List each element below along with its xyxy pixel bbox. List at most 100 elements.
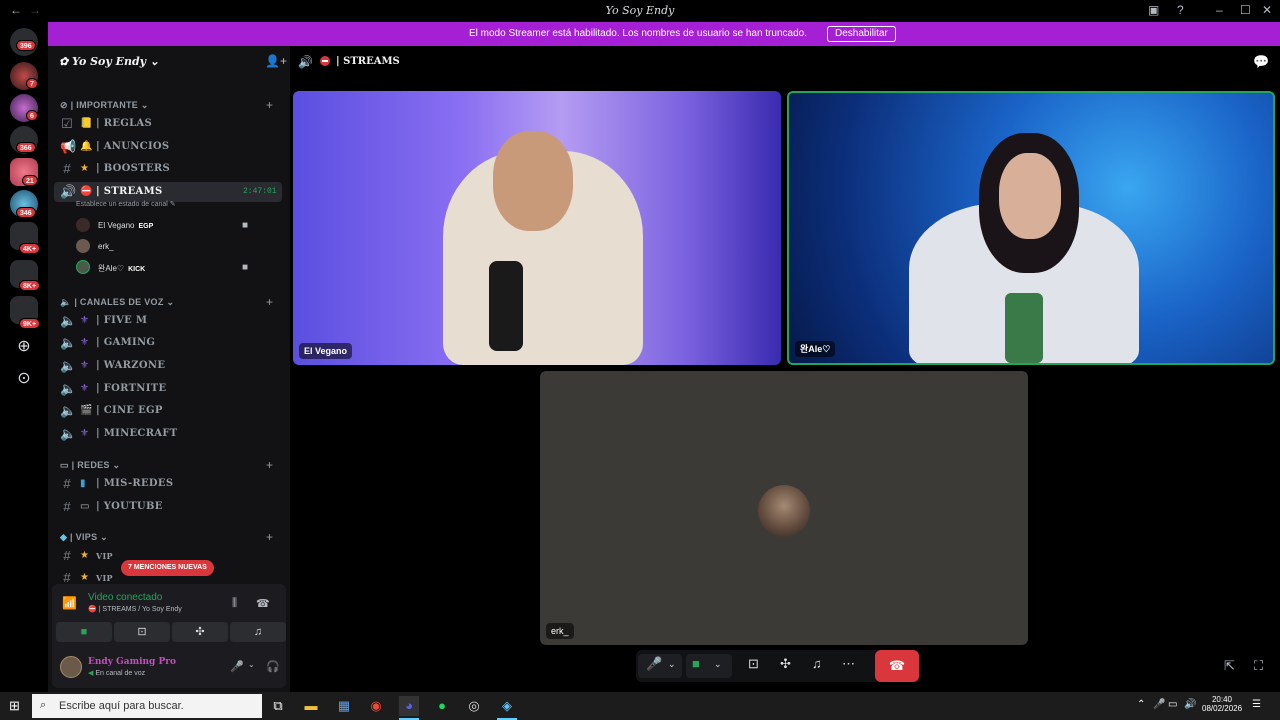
category-vips[interactable]: ◆ | VIPS ⌄: [60, 532, 108, 543]
soundboard-button[interactable]: ♫: [230, 622, 286, 642]
video-tile-avatar[interactable]: erk_: [540, 371, 1028, 645]
maximize-button[interactable]: ☐: [1240, 3, 1251, 17]
pop-out-icon[interactable]: ⇱: [1224, 658, 1235, 674]
spotify-icon[interactable]: ●: [432, 696, 452, 716]
add-channel-icon[interactable]: +: [266, 295, 273, 309]
screen-share-icon[interactable]: ▣: [1148, 3, 1159, 17]
add-channel-icon[interactable]: +: [266, 530, 273, 544]
category-redes[interactable]: ▭ | REDES ⌄: [60, 460, 120, 471]
chevron-down-icon[interactable]: ⌄: [248, 660, 255, 669]
category-canales-de-voz[interactable]: 🔈 | CANALES DE VOZ ⌄: [60, 297, 174, 308]
discover-icon[interactable]: ⊙: [12, 368, 36, 392]
laptop-emoji-icon: ▭: [80, 501, 90, 512]
camera-icon[interactable]: ■: [692, 656, 700, 671]
channel-warzone[interactable]: 🔈 ⚜ | WARZONE: [54, 356, 282, 376]
steam-icon[interactable]: ◈: [497, 696, 517, 716]
signal-icon[interactable]: 📶: [62, 596, 77, 610]
hash-icon: #: [63, 499, 71, 514]
notifications-icon[interactable]: ☰: [1252, 699, 1261, 710]
streamer-mode-banner: El modo Streamer está habilitado. Los no…: [48, 22, 1280, 46]
help-icon[interactable]: ?: [1177, 3, 1184, 17]
banner-message: El modo Streamer está habilitado. Los no…: [469, 28, 807, 39]
badge: 4K+: [19, 243, 41, 254]
channel-fortnite[interactable]: 🔈 ⚜ | FORTNITE: [54, 379, 282, 399]
file-explorer-icon[interactable]: ▬: [301, 696, 321, 716]
chevron-down-icon[interactable]: ⌄: [714, 659, 722, 670]
microphone-icon[interactable]: 🎤: [1153, 699, 1165, 710]
add-channel-icon[interactable]: +: [266, 458, 273, 472]
channel-mis-redes[interactable]: # ▮ | MIS-REDES: [54, 474, 282, 494]
taskbar-clock[interactable]: 20:40 08/02/2026: [1202, 695, 1242, 713]
speaker-icon: 🔈: [60, 358, 77, 373]
channel-minecraft[interactable]: 🔈 ⚜ | MINECRAFT: [54, 424, 282, 444]
add-server-icon[interactable]: ⊕: [12, 336, 36, 360]
microphone-icon[interactable]: 🎤: [230, 660, 244, 673]
channel-five-m[interactable]: 🔈 ⚜ | FIVE M: [54, 311, 282, 331]
channel-youtube[interactable]: # ▭ | YOUTUBE: [54, 497, 282, 517]
hang-up-button[interactable]: ☎: [875, 650, 919, 682]
chat-icon[interactable]: 💬: [1253, 54, 1269, 70]
video-tile-speaking[interactable]: 완Ale♡: [787, 91, 1275, 365]
volume-icon[interactable]: 🔊: [1184, 699, 1196, 710]
more-options-icon[interactable]: ⋯: [842, 656, 855, 672]
user-status: ◀ En canal de voz: [88, 670, 146, 677]
share-screen-icon[interactable]: ⊡: [748, 656, 759, 672]
participant-label: erk_: [546, 623, 574, 639]
activities-icon[interactable]: ✣: [780, 656, 791, 672]
set-channel-status[interactable]: Establece un estado de canal ✎: [76, 200, 176, 208]
chevron-up-icon[interactable]: ⌃: [1137, 699, 1145, 710]
task-view-icon[interactable]: ⧉: [268, 696, 288, 716]
minimize-button[interactable]: –: [1216, 3, 1223, 17]
fullscreen-icon[interactable]: ⛶: [1254, 658, 1263, 674]
bell-emoji-icon: 🔔: [80, 141, 93, 152]
star-emoji-icon: ★: [80, 572, 89, 583]
user-area: Endy Gaming Pro ◀ En canal de voz 🎤 ⌄ 🎧 …: [52, 650, 318, 688]
discord-icon[interactable]: ◕: [399, 696, 419, 716]
headphones-icon[interactable]: 🎧: [266, 660, 280, 673]
hash-icon: #: [63, 548, 71, 563]
channel-cine-egp[interactable]: 🔈 🎬 | CINE EGP: [54, 401, 282, 421]
channel-boosters[interactable]: # ★ | BOOSTERS: [54, 159, 282, 179]
category-importante[interactable]: ⊘ | IMPORTANTE ⌄: [60, 100, 149, 111]
network-icon[interactable]: ▭: [1168, 699, 1177, 710]
no-entry-icon: [320, 56, 330, 66]
voice-stage: 🔊 | STREAMS 💬 El Vegano 완Ale♡ erk_ 🎤 ⌄ ■…: [290, 46, 1280, 692]
server-header[interactable]: ✿ Yo Soy Endy ⌄ 👤+: [48, 46, 290, 78]
voice-user-name: El Vegano EGP: [98, 221, 154, 230]
speaker-icon: 🔈: [60, 313, 77, 328]
activities-button[interactable]: ✣: [172, 622, 228, 642]
windows-start-icon[interactable]: ⊞: [9, 698, 20, 714]
speaker-icon: 🔊: [298, 55, 313, 69]
share-screen-button[interactable]: ⊡: [114, 622, 170, 642]
camera-button[interactable]: ■: [56, 622, 112, 642]
avatar: [76, 260, 90, 274]
badge: 346: [16, 207, 36, 218]
channel-reglas[interactable]: ☑ 📒 | REGLAS: [54, 114, 282, 134]
channel-streams[interactable]: 🔊 ⛔ | STREAMS 2:47:01: [54, 182, 282, 202]
video-camera-icon: ■: [242, 220, 249, 231]
avatar[interactable]: [60, 656, 82, 678]
megaphone-icon: 📢: [60, 139, 77, 154]
username[interactable]: Endy Gaming Pro: [88, 657, 176, 667]
disconnect-icon[interactable]: ☎: [256, 597, 270, 610]
channel-anuncios[interactable]: 📢 🔔 | ANUNCIOS: [54, 137, 282, 157]
noise-suppression-icon[interactable]: ⫼: [232, 597, 237, 610]
new-mentions-pill[interactable]: 7 MENCIONES NUEVAS: [121, 560, 214, 576]
chevron-down-icon[interactable]: ⌄: [668, 659, 676, 670]
close-window-button[interactable]: ✕: [1262, 3, 1272, 17]
connection-location[interactable]: ⛔ | STREAMS / Yo Soy Endy: [88, 605, 182, 613]
obs-icon[interactable]: ◎: [464, 696, 484, 716]
add-channel-icon[interactable]: +: [266, 98, 273, 112]
taskbar-search[interactable]: ⌕ Escribe aquí para buscar.: [32, 694, 262, 718]
disable-streamer-mode-button[interactable]: Deshabilitar: [827, 26, 896, 42]
video-tile[interactable]: El Vegano: [293, 91, 781, 365]
cup-in-video: [1005, 293, 1043, 363]
store-icon[interactable]: ▦: [334, 696, 354, 716]
no-entry-emoji-icon: ⛔: [80, 186, 93, 197]
chrome-icon[interactable]: ◉: [366, 696, 386, 716]
invite-people-icon[interactable]: 👤+: [265, 54, 287, 68]
channel-gaming[interactable]: 🔈 ⚜ | GAMING: [54, 333, 282, 353]
server-name: ✿ Yo Soy Endy ⌄: [59, 55, 160, 68]
soundboard-icon[interactable]: ♫: [812, 656, 822, 671]
microphone-icon[interactable]: 🎤: [646, 656, 662, 672]
